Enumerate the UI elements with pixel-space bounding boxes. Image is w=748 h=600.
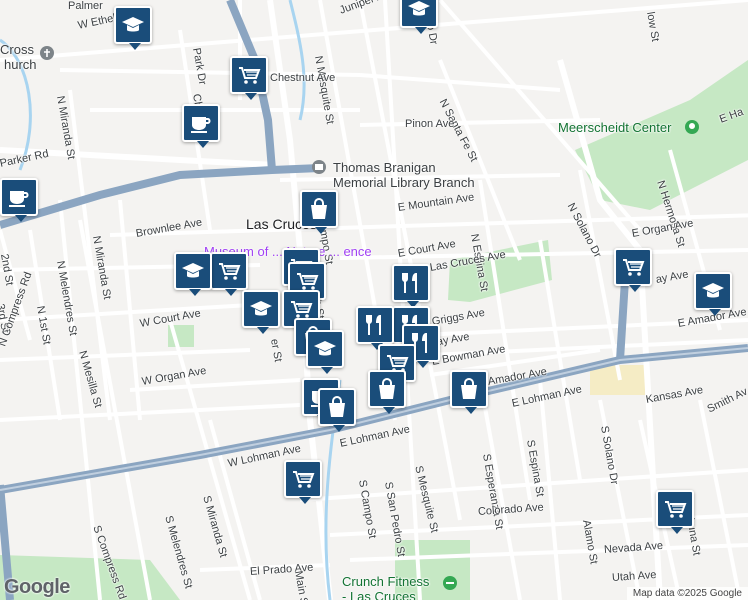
map-pin-grocery[interactable]: [210, 252, 248, 296]
street-label-palmer: Palmer: [68, 0, 103, 12]
map-base-layer: [0, 0, 748, 600]
map-pin-school[interactable]: [114, 6, 152, 50]
cafe-icon: [188, 110, 214, 136]
library-label-line1[interactable]: Thomas Branigan: [333, 160, 436, 175]
map-pin-restaurant[interactable]: [392, 264, 430, 308]
minor-streets: [0, 0, 748, 600]
map-pin-school[interactable]: [174, 252, 212, 296]
map-canvas[interactable]: Palmer W Ethel Juniper Ave N Mesquite St…: [0, 0, 748, 600]
shopping-bag-icon: [374, 376, 400, 402]
map-pin-school[interactable]: [306, 330, 344, 374]
map-pin-school[interactable]: [242, 290, 280, 334]
google-logo[interactable]: Google: [4, 576, 70, 599]
map-pin-grocery[interactable]: [656, 490, 694, 534]
shopping-bag-icon: [324, 394, 350, 420]
map-pin-grocery[interactable]: [614, 248, 652, 292]
restaurant-icon: [398, 270, 424, 296]
crunch-label-line2[interactable]: - Las Cruces: [342, 589, 416, 600]
church-label-line2[interactable]: hurch: [4, 57, 37, 72]
library-icon[interactable]: [312, 160, 326, 174]
school-icon: [700, 278, 726, 304]
church-label-line1[interactable]: Cross: [0, 42, 34, 57]
school-icon: [406, 0, 432, 22]
library-label-line2[interactable]: Memorial Library Branch: [333, 175, 475, 190]
school-icon: [180, 258, 206, 284]
school-icon: [120, 12, 146, 38]
map-pin-shopping-bag[interactable]: [300, 190, 338, 234]
map-pin-school[interactable]: [400, 0, 438, 34]
grocery-icon: [620, 254, 646, 280]
map-pin-shopping-bag[interactable]: [368, 370, 406, 414]
map-pin-cafe[interactable]: [182, 104, 220, 148]
map-pin-shopping-bag[interactable]: [450, 370, 488, 414]
shopping-bag-icon: [306, 196, 332, 222]
street-label-chestnut: Chestnut Ave: [270, 72, 336, 84]
map-pin-shopping-bag[interactable]: [318, 388, 356, 432]
shopping-bag-icon: [456, 376, 482, 402]
map-pin-cafe[interactable]: [0, 178, 38, 222]
cafe-icon: [6, 184, 32, 210]
grocery-icon: [662, 496, 688, 522]
grocery-icon: [290, 466, 316, 492]
grocery-icon: [236, 62, 262, 88]
restaurant-icon: [362, 312, 388, 338]
church-icon[interactable]: [40, 46, 54, 60]
school-icon: [312, 336, 338, 362]
fitness-poi-icon[interactable]: [443, 576, 457, 590]
grocery-icon: [216, 258, 242, 284]
school-icon: [248, 296, 274, 322]
map-pin-grocery[interactable]: [230, 56, 268, 100]
street-label-pinon: Pinon Ave: [405, 118, 455, 130]
map-pin-grocery[interactable]: [284, 460, 322, 504]
meerscheidt-label[interactable]: Meerscheidt Center: [558, 120, 671, 135]
map-pin-school[interactable]: [694, 272, 732, 316]
map-attribution[interactable]: Map data ©2025 Google: [626, 587, 748, 600]
map-pin-restaurant[interactable]: [356, 306, 394, 350]
crunch-label-line1[interactable]: Crunch Fitness: [342, 574, 429, 589]
park-poi-icon[interactable]: [685, 120, 699, 134]
